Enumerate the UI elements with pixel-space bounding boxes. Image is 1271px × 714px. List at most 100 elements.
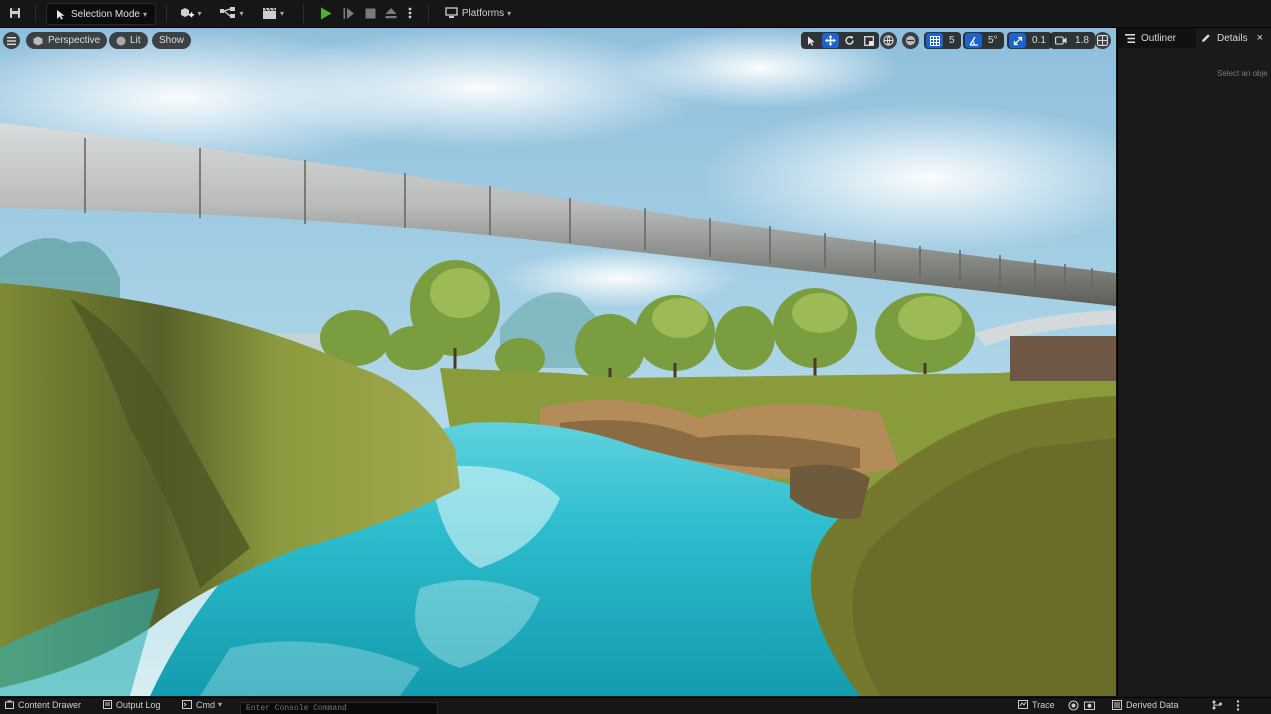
camera-speed-value: 1.8 [1075, 35, 1089, 46]
platforms-icon [445, 7, 458, 18]
show-label: Show [159, 35, 185, 46]
rotation-snap-group[interactable]: 5° [963, 32, 1004, 49]
add-actor-button[interactable]: ▾ [176, 3, 206, 23]
surface-snap-icon [905, 35, 916, 46]
platforms-label: Platforms [461, 7, 505, 19]
tab-details-label: Details [1217, 32, 1248, 44]
perspective-cube-icon [33, 36, 43, 45]
eject-button[interactable] [381, 3, 401, 23]
status-more-button[interactable] [1236, 700, 1240, 714]
advance-frame-button[interactable] [339, 3, 359, 23]
record-icon [1068, 700, 1079, 711]
surface-snapping-button[interactable] [902, 32, 919, 49]
screenshot-button[interactable] [1084, 700, 1095, 714]
show-dropdown[interactable]: Show [152, 32, 192, 49]
add-actor-icon [181, 7, 195, 17]
lit-mode-dropdown[interactable]: Lit [109, 32, 148, 49]
grid-snap-group[interactable]: 5 [924, 32, 961, 49]
cursor-arrow-icon [57, 9, 65, 19]
derived-data-label: Derived Data [1126, 700, 1179, 710]
trace-button[interactable]: Trace [1018, 700, 1055, 714]
chevron-down-icon: ▾ [279, 8, 284, 18]
camera-speed-group[interactable]: 1.8 [1050, 32, 1095, 49]
chevron-down-icon: ▾ [239, 8, 244, 18]
selection-mode-dropdown[interactable]: Selection Mode ▾ [46, 3, 156, 25]
camera-capture-icon [1084, 701, 1095, 710]
hamburger-menu-icon [7, 36, 16, 45]
grid-snap-icon[interactable] [926, 33, 943, 48]
close-icon[interactable]: × [1257, 32, 1263, 44]
viewport-menu-button[interactable] [3, 32, 20, 49]
scale-snap-group[interactable]: 0.1 [1007, 32, 1052, 49]
cmd-dropdown[interactable]: Cmd ▾ [182, 700, 222, 714]
chevron-down-icon: ▾ [507, 8, 512, 18]
grid-snap-value: 5 [949, 35, 955, 46]
view-mode-label: Perspective [48, 35, 101, 46]
platforms-dropdown[interactable]: Platforms ▾ [438, 3, 518, 23]
details-empty-hint: Select an obje [1217, 69, 1268, 78]
panel-tabbar: Outliner Details × [1118, 28, 1271, 48]
outliner-list-icon [1125, 33, 1135, 43]
source-control-icon [1212, 700, 1222, 710]
translate-tool-icon[interactable] [822, 33, 839, 48]
transform-tools-group [801, 32, 879, 49]
scale-tool-icon[interactable] [860, 33, 877, 48]
status-bar: Content Drawer Output Log Cmd ▾ Trace De… [0, 697, 1271, 714]
scale-snap-value: 0.1 [1032, 35, 1046, 46]
trace-icon [1018, 700, 1028, 709]
rotation-snap-icon[interactable] [965, 33, 982, 48]
output-log-label: Output Log [116, 700, 161, 710]
lit-sphere-icon [116, 36, 126, 45]
tab-outliner-label: Outliner [1141, 32, 1177, 44]
camera-icon[interactable] [1052, 33, 1069, 48]
chevron-down-icon: ▾ [197, 8, 202, 18]
record-button[interactable] [1068, 700, 1079, 714]
source-control-button[interactable] [1212, 700, 1223, 714]
output-log-icon [103, 700, 112, 709]
select-tool-icon[interactable] [803, 33, 820, 48]
viewport-layout-button[interactable] [1094, 32, 1111, 49]
layout-grid-icon [1097, 35, 1108, 46]
level-viewport[interactable]: Perspective Lit Show 5 5° 0.1 1.8 [0, 28, 1116, 696]
main-toolbar: Selection Mode ▾ ▾ ▾ ▾ Platforms ▾ [0, 0, 1271, 28]
rotate-tool-icon[interactable] [841, 33, 858, 48]
trace-label: Trace [1032, 700, 1055, 710]
chevron-down-icon: ▾ [218, 700, 223, 709]
console-command-input[interactable] [240, 702, 438, 714]
terminal-icon [182, 700, 192, 709]
clapperboard-icon [262, 7, 276, 19]
selection-mode-label: Selection Mode [71, 8, 140, 20]
right-panel: Outliner Details × Select an obje [1117, 28, 1271, 696]
stop-button[interactable] [360, 3, 380, 23]
play-button[interactable] [316, 3, 336, 23]
derived-data-button[interactable]: Derived Data [1112, 700, 1179, 714]
pencil-icon [1202, 34, 1210, 42]
coordinate-system-button[interactable] [880, 32, 897, 49]
view-mode-dropdown[interactable]: Perspective [26, 32, 108, 49]
world-globe-icon [883, 35, 894, 46]
tab-outliner[interactable]: Outliner [1118, 28, 1196, 48]
more-vertical-icon [408, 7, 412, 19]
tab-details[interactable]: Details × [1196, 28, 1271, 48]
lit-mode-label: Lit [130, 35, 141, 46]
drawer-icon [5, 700, 14, 709]
output-log-button[interactable]: Output Log [103, 700, 161, 714]
content-drawer-label: Content Drawer [18, 700, 82, 710]
play-icon [321, 7, 332, 19]
blueprint-button[interactable]: ▾ [217, 3, 247, 23]
eject-icon [385, 8, 397, 19]
scale-snap-icon[interactable] [1009, 33, 1026, 48]
rotation-snap-value: 5° [988, 35, 998, 46]
stop-icon [365, 8, 375, 18]
more-vertical-icon [1236, 700, 1240, 711]
save-icon[interactable] [5, 3, 25, 23]
scene-render [0, 28, 1116, 696]
cmd-label: Cmd [196, 700, 216, 710]
play-options-button[interactable] [402, 3, 418, 23]
cinematics-button[interactable]: ▾ [258, 3, 288, 23]
step-forward-icon [343, 7, 354, 19]
blueprint-icon [220, 7, 236, 18]
chevron-down-icon: ▾ [142, 9, 147, 19]
derived-data-icon [1112, 700, 1122, 710]
content-drawer-button[interactable]: Content Drawer [5, 700, 81, 714]
